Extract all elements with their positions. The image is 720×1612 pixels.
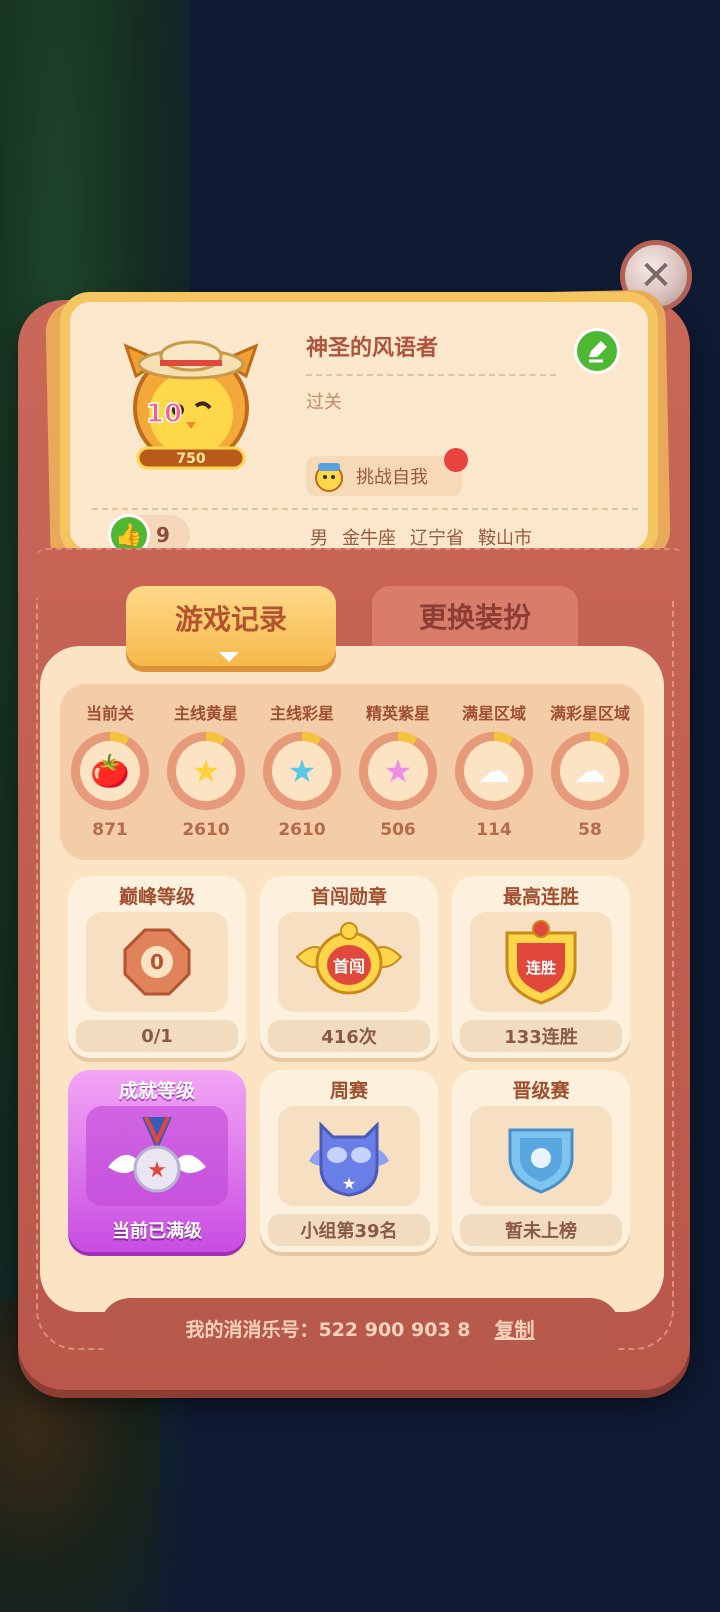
stat-label: 主线黄星 [173,704,238,723]
card-title: 晋级赛 [512,1080,570,1102]
card-footer: 小组第39名 [268,1214,430,1246]
svg-text:★: ★ [342,1174,356,1193]
stat-label: 主线彩星 [269,704,334,723]
tab-outfit[interactable]: 更换装扮 [372,586,578,646]
avatar-level: 10 [146,399,182,429]
stat-rainbow-stars[interactable]: 主线彩星 ★ 2610 [254,700,350,840]
card-peak-level[interactable]: 巅峰等级 0 0/1 [68,876,246,1058]
card-divider [92,508,638,510]
gender: 男 [310,528,328,549]
stat-label: 满星区域 [461,704,526,723]
stat-label: 精英紫星 [365,704,430,723]
card-achievement-level[interactable]: 成就等级 ★ 当前已满级 [68,1070,246,1252]
weekly-owl-badge-icon: ★ [309,1121,389,1197]
profile-info: 男 金牛座 辽宁省 鞍山市 [310,524,532,550]
stat-label: 当前关 [85,704,134,723]
card-footer: 416次 [268,1020,430,1052]
chick-icon [315,463,343,492]
peak-badge-icon: 0 [123,928,191,996]
copy-button[interactable]: 复制 [495,1314,535,1343]
card-first-clear-medal[interactable]: 首闯勋章 首闯 416次 [260,876,438,1058]
stat-value: 114 [476,820,512,840]
account-number: 我的消消乐号：522 900 903 8 [185,1318,471,1341]
achievement-medal-icon: ★ [108,1116,206,1193]
challenge-button[interactable]: 挑战自我 [306,456,462,496]
pencil-icon [589,341,607,363]
stat-value: 2610 [182,820,230,840]
yellow-star-icon: ★ [191,752,221,790]
avatar[interactable]: 750 10 [116,336,266,476]
tab-active-indicator [219,652,239,662]
challenge-label: 挑战自我 [356,467,428,488]
card-max-win-streak[interactable]: 最高连胜 连胜 133连胜 [452,876,630,1058]
card-promotion-match[interactable]: 晋级赛 暂未上榜 [452,1070,630,1252]
card-footer: 暂未上榜 [460,1214,622,1246]
stat-value: 871 [92,820,128,840]
stat-full-rainbow-areas[interactable]: 满彩星区域 ☁ 58 [542,700,638,840]
notification-dot [444,448,468,472]
stat-yellow-stars[interactable]: 主线黄星 ★ 2610 [158,700,254,840]
stat-label: 满彩星区域 [549,704,630,723]
stat-value: 2610 [278,820,326,840]
stat-value: 58 [578,820,602,840]
card-footer: 0/1 [76,1020,238,1052]
card-footer: 当前已满级 [112,1221,202,1242]
account-bar: 我的消消乐号：522 900 903 8 复制 [100,1298,620,1358]
zodiac: 金牛座 [342,528,396,549]
tomato-icon: 🍅 [90,752,130,790]
edit-profile-button[interactable] [574,328,620,374]
stat-purple-stars[interactable]: 精英紫星 ★ 506 [350,700,446,840]
card-footer: 133连胜 [460,1020,622,1052]
win-streak-shield-icon: 连胜 [505,920,577,1005]
city: 鞍山市 [478,528,532,549]
peak-badge-text: 0 [150,950,164,974]
card-title: 巅峰等级 [118,886,195,908]
card-title: 成就等级 [118,1080,195,1102]
card-weekly-match[interactable]: 周赛 ★ 小组第39名 [260,1070,438,1252]
cloud-rainbow-star-icon: ☁ [574,752,606,790]
stat-current-level[interactable]: 当前关 🍅 871 [62,700,158,840]
stat-value: 506 [380,820,416,840]
win-streak-badge-text: 连胜 [526,959,556,977]
card-title: 最高连胜 [502,886,579,908]
nickname: 神圣的风语者 [306,336,439,361]
promotion-shield-icon [508,1128,574,1194]
card-title: 周赛 [329,1080,368,1102]
nickname-underline [306,374,556,376]
first-clear-medal-icon: 首闯 [295,922,403,995]
province: 辽宁省 [410,528,464,549]
card-title: 首闯勋章 [310,886,387,908]
cloud-star-icon: ☁ [478,752,510,790]
status-text: 过关 [306,392,342,413]
likes-count: 9 [156,523,170,547]
avatar-score: 750 [176,451,205,467]
first-clear-badge-text: 首闯 [333,957,365,976]
stat-full-star-areas[interactable]: 满星区域 ☁ 114 [446,700,542,840]
svg-text:★: ★ [147,1158,167,1183]
purple-star-icon: ★ [383,752,413,790]
rainbow-star-icon: ★ [287,752,317,790]
